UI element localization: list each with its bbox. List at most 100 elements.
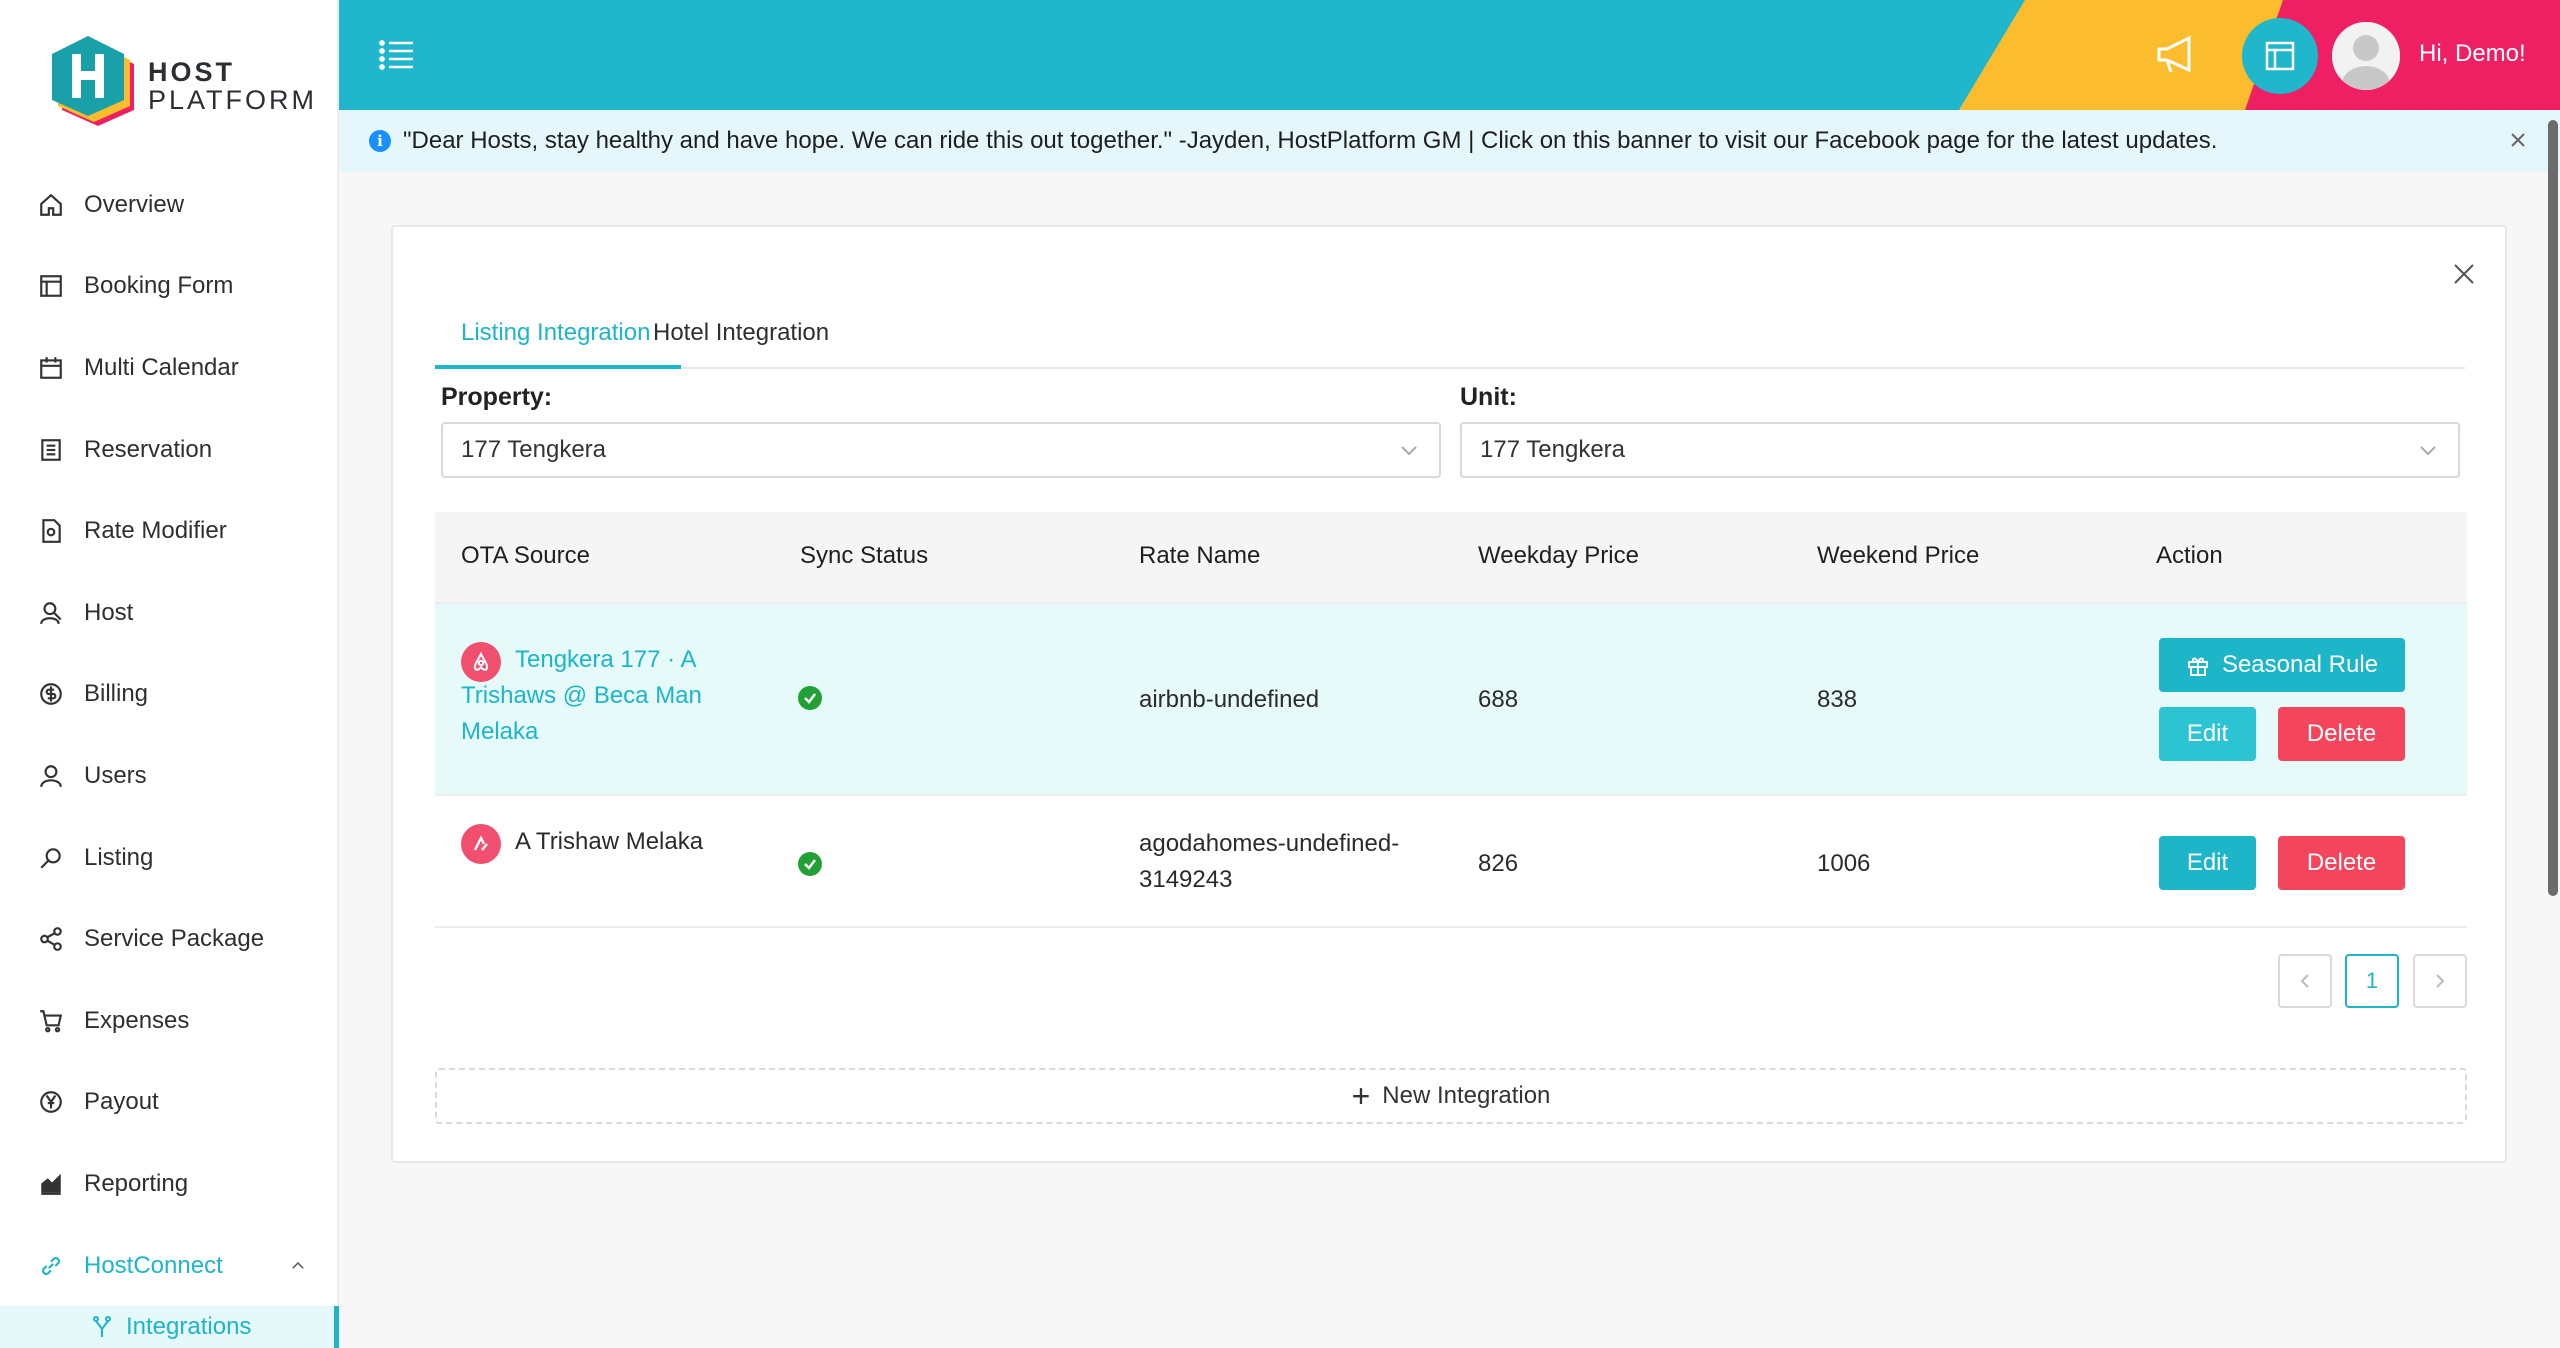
layout-switch-button[interactable] xyxy=(2242,18,2318,94)
info-icon: i xyxy=(369,130,391,152)
announcement-banner[interactable]: i "Dear Hosts, stay healthy and have hop… xyxy=(339,110,2560,172)
sidebar-item-listing[interactable]: Listing xyxy=(0,817,337,899)
table-header: OTA Source Sync Status Rate Name Weekday… xyxy=(435,512,2467,604)
logo-line1: HOST xyxy=(148,57,236,87)
link-icon xyxy=(42,1256,60,1275)
host-platform-logo[interactable]: HOST PLATFORM xyxy=(44,30,314,130)
prev-page-button[interactable] xyxy=(2278,954,2332,1008)
sidebar-item-label: Service Package xyxy=(84,925,265,953)
sidebar-item-payout[interactable]: Payout xyxy=(0,1062,337,1144)
agoda-homes-icon xyxy=(461,824,501,864)
integration-table: OTA Source Sync Status Rate Name Weekday… xyxy=(435,512,2467,928)
yen-icon xyxy=(40,1091,62,1114)
share-icon xyxy=(40,927,62,952)
ota-source-link[interactable]: Tengkera 177 · A Trishaws @ Beca Man Mel… xyxy=(461,642,702,750)
weekday-price: 826 xyxy=(1478,850,1519,877)
avatar[interactable] xyxy=(2332,22,2400,90)
sidebar-item-label: Overview xyxy=(84,190,185,218)
menu-toggle-icon[interactable] xyxy=(379,38,415,72)
ota-name-line2: Trishaws @ Beca Man xyxy=(461,682,702,709)
sidebar-item-multi-calendar[interactable]: Multi Calendar xyxy=(0,327,337,409)
edit-button[interactable]: Edit xyxy=(2159,707,2256,761)
sidebar-item-label: Reporting xyxy=(84,1169,189,1197)
sidebar-subitem-label: Integrations xyxy=(126,1313,252,1340)
page-number-button[interactable]: 1 xyxy=(2345,954,2399,1008)
logo-badge-icon xyxy=(52,36,134,126)
sidebar-item-label: HostConnect xyxy=(84,1251,223,1279)
column-header: OTA Source xyxy=(461,542,590,569)
form-icon xyxy=(40,275,62,298)
table-row: Tengkera 177 · A Trishaws @ Beca Man Mel… xyxy=(435,604,2467,796)
user-avatar-icon xyxy=(2332,22,2400,90)
sidebar-item-label: Host xyxy=(84,598,134,626)
weekend-price: 1006 xyxy=(1817,850,1871,877)
calendar-icon xyxy=(40,357,62,379)
chevron-down-icon xyxy=(1401,446,1417,456)
page-scrollbar[interactable] xyxy=(2548,120,2558,896)
edit-button[interactable]: Edit xyxy=(2159,836,2256,890)
chevron-left-icon xyxy=(2300,974,2309,988)
column-header: Rate Name xyxy=(1139,542,1261,569)
new-integration-button[interactable]: + New Integration xyxy=(435,1068,2467,1124)
property-select-value: 177 Tengkera xyxy=(461,436,607,463)
delete-button[interactable]: Delete xyxy=(2278,836,2405,890)
sidebar-item-expenses[interactable]: Expenses xyxy=(0,980,337,1062)
sidebar-item-users[interactable]: Users xyxy=(0,735,337,817)
sidebar-item-host[interactable]: Host xyxy=(0,572,337,654)
delete-button[interactable]: Delete xyxy=(2278,707,2405,761)
column-header: Action xyxy=(2156,542,2223,569)
cart-icon xyxy=(40,1009,63,1033)
seasonal-rule-button[interactable]: Seasonal Rule xyxy=(2159,638,2405,692)
ota-source-cell: A Trishaw Melaka xyxy=(461,824,703,864)
sidebar: HOST PLATFORM Overview Booking Form Mult… xyxy=(0,0,339,1348)
user-greeting[interactable]: Hi, Demo! xyxy=(2419,40,2526,68)
sidebar-nav: Overview Booking Form Multi Calendar Res… xyxy=(0,164,337,1306)
sidebar-item-label: Listing xyxy=(84,843,154,871)
search-icon xyxy=(40,847,61,869)
ota-name: A Trishaw Melaka xyxy=(515,828,704,855)
sidebar-item-label: Payout xyxy=(84,1088,159,1116)
document-icon xyxy=(42,519,61,544)
banner-text[interactable]: "Dear Hosts, stay healthy and have hope.… xyxy=(403,127,2217,155)
sidebar-item-rate-modifier[interactable]: Rate Modifier xyxy=(0,490,337,572)
sidebar-subitem-integrations[interactable]: Integrations xyxy=(0,1306,339,1348)
logo-line2: PLATFORM xyxy=(148,85,318,115)
rate-name-line2: 3149243 xyxy=(1139,866,1233,893)
chart-icon xyxy=(41,1173,61,1195)
home-icon xyxy=(40,193,62,216)
sidebar-item-label: Users xyxy=(84,761,147,789)
chevron-down-icon xyxy=(2420,446,2436,456)
megaphone-icon[interactable] xyxy=(2155,34,2199,76)
sidebar-item-label: Reservation xyxy=(84,435,213,463)
tab-hotel-integration[interactable]: Hotel Integration xyxy=(653,319,829,347)
sidebar-item-billing[interactable]: Billing xyxy=(0,654,337,736)
sidebar-item-reporting[interactable]: Reporting xyxy=(0,1143,337,1225)
property-select[interactable]: 177 Tengkera xyxy=(441,422,1441,478)
active-tab-indicator xyxy=(435,365,681,369)
host-icon xyxy=(40,601,62,624)
column-header: Weekend Price xyxy=(1817,542,1980,569)
sidebar-item-service-package[interactable]: Service Package xyxy=(0,898,337,980)
sidebar-item-label: Billing xyxy=(84,680,149,708)
sidebar-item-overview[interactable]: Overview xyxy=(0,164,337,246)
sidebar-item-booking-form[interactable]: Booking Form xyxy=(0,246,337,328)
ota-source-cell: Tengkera 177 · A Trishaws @ Beca Man Mel… xyxy=(461,642,741,750)
next-page-button[interactable] xyxy=(2413,954,2467,1008)
new-integration-label: New Integration xyxy=(1382,1082,1551,1109)
sync-ok-icon xyxy=(798,852,822,876)
list-icon xyxy=(41,438,61,461)
sync-ok-icon xyxy=(798,686,822,710)
billing-icon xyxy=(40,683,62,706)
property-label: Property: xyxy=(441,383,553,411)
sidebar-item-hostconnect[interactable]: HostConnect xyxy=(0,1225,337,1307)
ota-name-line3: Melaka xyxy=(461,718,539,745)
chevron-up-icon[interactable] xyxy=(289,1257,307,1275)
sidebar-item-reservation[interactable]: Reservation xyxy=(0,409,337,491)
close-icon[interactable] xyxy=(2508,130,2528,150)
integration-card: Listing Integration Hotel Integration Pr… xyxy=(391,225,2507,1163)
weekend-price: 838 xyxy=(1817,686,1858,713)
tab-listing-integration[interactable]: Listing Integration xyxy=(461,319,650,347)
seasonal-rule-label: Seasonal Rule xyxy=(2221,651,2379,678)
unit-select[interactable]: 177 Tengkera xyxy=(1460,422,2460,478)
sidebar-item-label: Rate Modifier xyxy=(84,517,227,545)
